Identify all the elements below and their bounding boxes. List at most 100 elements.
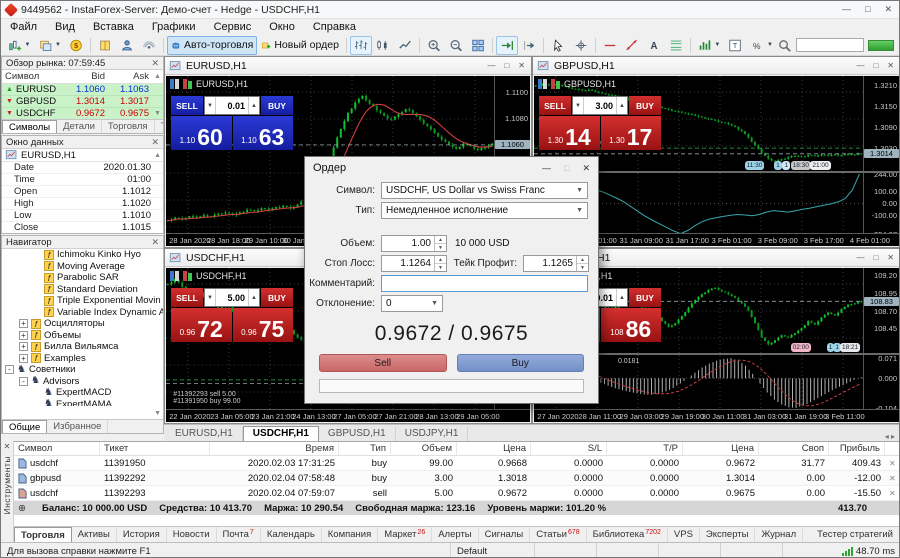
toolbox-tab-маркет[interactable]: Маркет26	[378, 527, 432, 542]
position-row-11392292[interactable]: gbpusd113922922020.02.04 07:58:48buy3.00…	[14, 471, 900, 486]
takeprofit-stepper[interactable]: ▲▼	[576, 256, 588, 271]
takeprofit-field[interactable]: 1.1265 ▲▼	[523, 255, 589, 272]
tree-item-объемы[interactable]: +fОбъемы	[2, 330, 163, 342]
tree-item-билла-вильямса[interactable]: +fБилла Вильямса	[2, 341, 163, 353]
minimize-icon[interactable]: —	[487, 61, 495, 70]
tab-детали[interactable]: Детали	[57, 120, 102, 133]
collapse-icon[interactable]: -	[5, 365, 14, 374]
fibo-button[interactable]	[665, 36, 687, 55]
toolbox-tab-компания[interactable]: Компания	[322, 527, 378, 542]
volume-down-icon[interactable]: ▼	[573, 97, 584, 114]
chart-tab-usdchf-h1[interactable]: USDCHF,H1	[243, 426, 319, 441]
spin-up-icon[interactable]: ▲	[435, 256, 446, 264]
tree-item-ichimoku-kinko-hyo[interactable]: fIchimoku Kinko Hyo	[2, 249, 163, 261]
chart-window-titlebar[interactable]: EURUSD,H1—□✕	[165, 57, 531, 75]
close-icon[interactable]: ✕	[884, 4, 892, 15]
tile-windows-button[interactable]	[467, 36, 489, 55]
close-icon[interactable]: ✕	[151, 238, 159, 247]
spin-up-icon[interactable]: ▲	[435, 236, 446, 244]
one-click-buy-button[interactable]: BUY	[261, 288, 293, 307]
chart-tab-usdjpy-h1[interactable]: USDJPY,H1	[396, 427, 469, 441]
close-position-icon[interactable]: ✕	[885, 458, 900, 469]
dialog-maximize-icon[interactable]: □	[564, 163, 569, 174]
status-profile[interactable]: Default	[451, 543, 535, 558]
order-dialog-titlebar[interactable]: Ордер — □ ✕	[305, 157, 598, 179]
maximize-icon[interactable]: □	[873, 61, 878, 70]
close-icon[interactable]: ✕	[887, 253, 894, 262]
stoploss-stepper[interactable]: ▲▼	[434, 256, 446, 271]
tab-common[interactable]: Общие	[2, 420, 47, 433]
buy-button[interactable]: Buy	[457, 354, 585, 372]
scroll-up-icon[interactable]: ▲	[152, 73, 163, 80]
sell-button[interactable]: Sell	[319, 354, 447, 372]
toolbox-tab-история[interactable]: История	[117, 527, 167, 542]
volume-up-icon[interactable]: ▲	[248, 289, 259, 306]
volume-down-icon[interactable]: ▼	[205, 97, 216, 114]
maximize-icon[interactable]: □	[865, 4, 870, 15]
chart-tab-gbpusd-h1[interactable]: GBPUSD,H1	[319, 427, 396, 441]
one-click-buy-button[interactable]: BUY	[261, 96, 293, 115]
close-position-icon[interactable]: ✕	[885, 473, 900, 484]
stoploss-field[interactable]: 1.1264 ▲▼	[381, 255, 447, 272]
autotrade-button[interactable]: Авто-торговля	[167, 36, 257, 55]
text-tool-button[interactable]: A	[643, 36, 665, 55]
sell-price[interactable]: 1.3014	[539, 116, 600, 150]
close-position-icon[interactable]: ✕	[885, 488, 900, 499]
volume-stepper[interactable]: ▼0.01▲	[204, 96, 260, 115]
expand-icon[interactable]: ⊕	[14, 503, 30, 514]
volume-up-icon[interactable]: ▲	[616, 289, 627, 306]
volume-stepper[interactable]: ▼3.00▲	[572, 96, 628, 115]
templates-button[interactable]: T	[724, 36, 746, 55]
menu-view[interactable]: Вид	[46, 19, 84, 35]
toolbox-tab-календарь[interactable]: Календарь	[261, 527, 322, 542]
bars-mode-button[interactable]	[350, 36, 372, 55]
sell-price[interactable]: 1.1060	[171, 116, 232, 150]
tab-scroll-arrows[interactable]: ◂ ▸	[885, 432, 900, 441]
tree-item-moving-average[interactable]: fMoving Average	[2, 261, 163, 273]
tree-item-examples[interactable]: +fExamples	[2, 353, 163, 365]
tab-тики[interactable]: Тики	[155, 120, 163, 133]
new-order-button[interactable]: Новый ордер	[257, 36, 343, 55]
volume-up-icon[interactable]: ▲	[616, 97, 627, 114]
volume-stepper[interactable]: ▲▼	[434, 236, 446, 251]
toolbox-close-icon[interactable]: ✕	[4, 443, 11, 451]
minimize-icon[interactable]: —	[842, 4, 851, 15]
menu-help[interactable]: Справка	[304, 19, 365, 35]
scroll-down-icon[interactable]: ▼	[154, 410, 161, 417]
cursor-button[interactable]	[547, 36, 569, 55]
status-connection[interactable]: 48.70 ms	[836, 543, 900, 558]
menu-tools[interactable]: Сервис	[205, 19, 261, 35]
minimize-icon[interactable]: —	[856, 61, 864, 70]
scrollbar[interactable]: ▼	[152, 110, 163, 117]
tree-item-standard-deviation[interactable]: fStandard Deviation	[2, 284, 163, 296]
chart-window-titlebar[interactable]: GBPUSD,H1—□✕	[533, 57, 900, 75]
toolbox-tab-алерты[interactable]: Алерты	[432, 527, 478, 542]
navigator-toggle-button[interactable]	[116, 36, 138, 55]
price-axis[interactable]: 109.20108.95108.70108.45108.830.0710.000…	[863, 268, 899, 409]
deviation-select[interactable]: 0▼	[381, 295, 443, 312]
crosshair-button[interactable]	[570, 36, 592, 55]
volume-up-icon[interactable]: ▲	[248, 97, 259, 114]
collapse-icon[interactable]: -	[19, 377, 28, 386]
tree-item-советники[interactable]: -♞Советники	[2, 364, 163, 376]
expand-icon[interactable]: +	[19, 319, 28, 328]
toolbox-tab-эксперты[interactable]: Эксперты	[700, 527, 756, 542]
price-axis[interactable]: 1.32101.31501.30901.30301.3014244.00100.…	[863, 76, 899, 233]
close-icon[interactable]: ✕	[518, 61, 525, 70]
dialog-minimize-icon[interactable]: —	[542, 163, 551, 174]
line-mode-button[interactable]	[394, 36, 416, 55]
minimize-icon[interactable]: —	[856, 253, 864, 262]
toolbox-tab-торговля[interactable]: Торговля	[14, 527, 72, 542]
time-axis[interactable]: 27 Jan 202028 Jan 11:0029 Jan 03:0029 Ja…	[534, 409, 899, 422]
position-row-11392293[interactable]: usdchf113922932020.02.04 07:59:07sell5.0…	[14, 486, 900, 501]
tree-item-осцилляторы[interactable]: +fОсцилляторы	[2, 318, 163, 330]
tester-toggle-button[interactable]	[138, 36, 160, 55]
zoom-in-button[interactable]	[423, 36, 445, 55]
expand-icon[interactable]: +	[19, 331, 28, 340]
chart-tab-eurusd-h1[interactable]: EURUSD,H1	[166, 427, 243, 441]
buy-price[interactable]: 0.9675	[233, 308, 294, 342]
spin-up-icon[interactable]: ▲	[577, 256, 588, 264]
tab-торговля[interactable]: Торговля	[102, 120, 155, 133]
one-click-buy-button[interactable]: BUY	[629, 288, 661, 307]
toolbox-tab-активы[interactable]: Активы	[72, 527, 117, 542]
